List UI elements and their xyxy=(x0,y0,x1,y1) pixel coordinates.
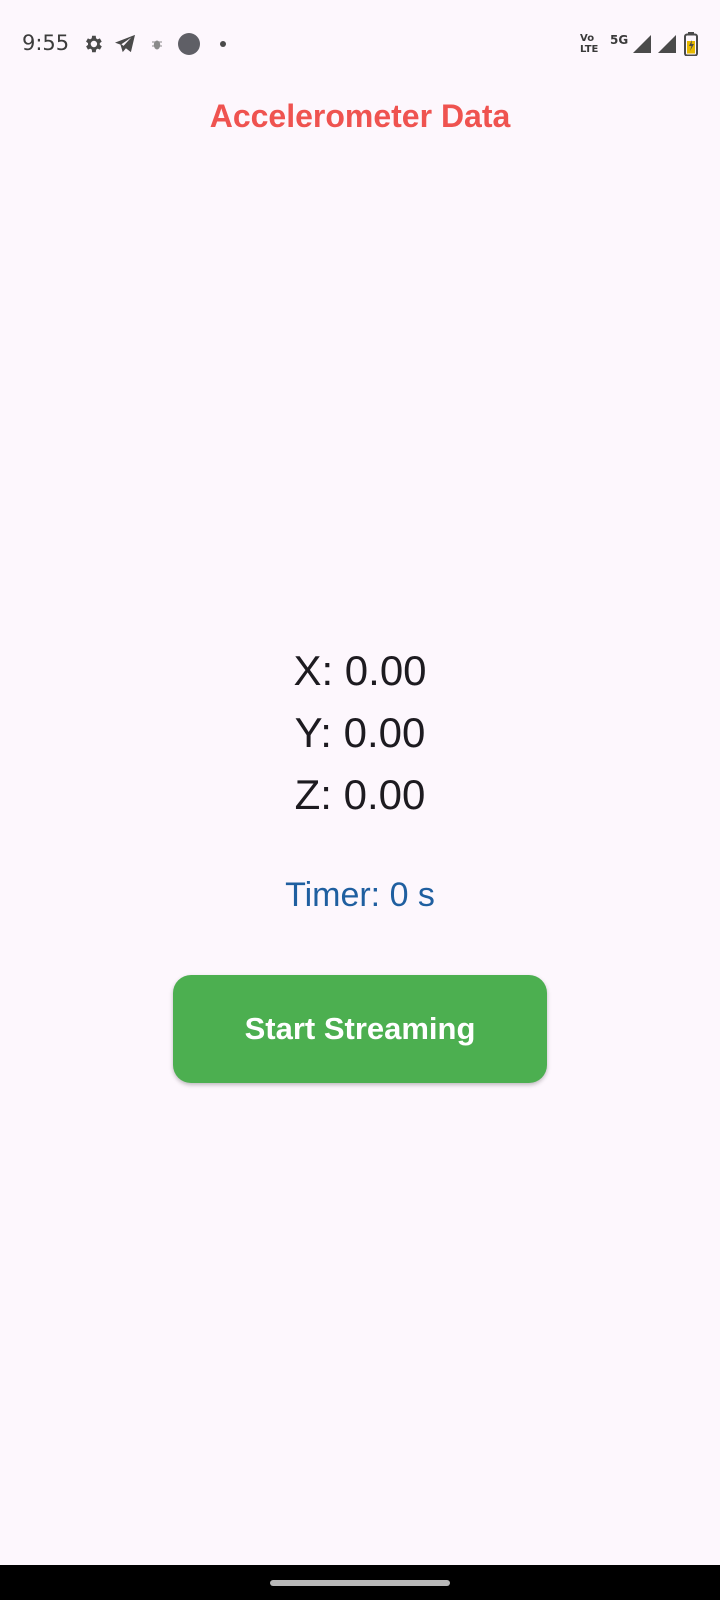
status-time: 9:55 xyxy=(22,31,70,55)
navigation-bar xyxy=(0,1565,720,1600)
start-streaming-button[interactable]: Start Streaming xyxy=(173,975,547,1083)
z-reading: Z: 0.00 xyxy=(294,771,426,818)
circle-icon xyxy=(178,33,200,55)
y-reading: Y: 0.00 xyxy=(294,709,426,756)
status-bar: 9:55 Vo LTE 5G xyxy=(0,0,720,88)
home-gesture-handle[interactable] xyxy=(270,1580,450,1586)
bug-icon xyxy=(152,40,162,50)
timer-text: Timer: 0 s xyxy=(285,876,435,914)
dot-icon xyxy=(220,41,226,47)
volte-icon: Vo LTE xyxy=(580,33,599,55)
signal-icon xyxy=(633,35,651,53)
telegram-icon xyxy=(115,34,135,53)
app-title: Accelerometer Data xyxy=(209,98,511,134)
signal-icon xyxy=(658,35,676,53)
accelerometer-readings: X: 0.00 Y: 0.00 Z: 0.00 xyxy=(0,640,720,826)
network-type-label: 5G xyxy=(610,33,629,47)
gear-icon xyxy=(86,35,102,53)
battery-icon xyxy=(684,32,698,56)
x-reading: X: 0.00 xyxy=(293,647,427,694)
